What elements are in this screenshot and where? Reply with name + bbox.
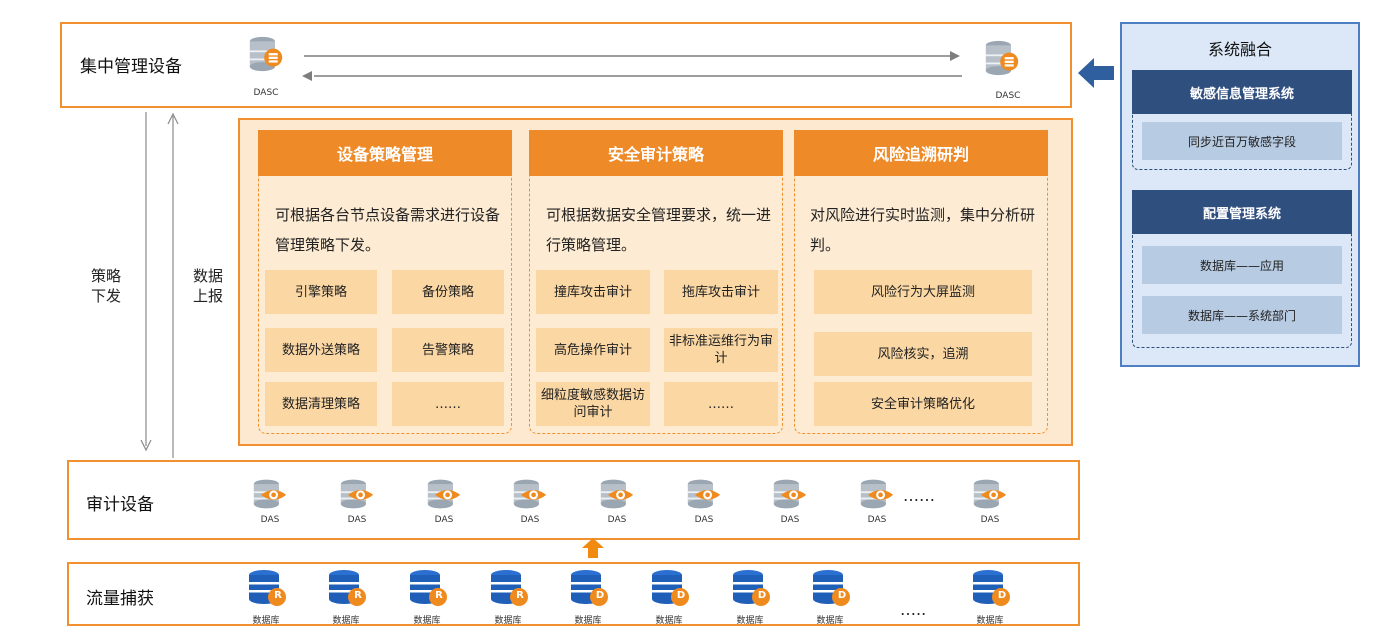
cell-audit-policy-optimize: 安全审计策略优化: [814, 382, 1032, 426]
das-icon: [859, 477, 895, 511]
das-label: DAS: [867, 515, 887, 525]
database-icon: R: [328, 568, 368, 608]
database-badge: R: [274, 590, 282, 601]
database-label: 数据库: [413, 616, 441, 626]
cell-risk-verify-trace: 风险核实，追溯: [814, 332, 1032, 376]
cell-credential-stuffing-audit: 撞库攻击审计: [536, 270, 650, 314]
database-badge: R: [516, 590, 524, 601]
up-arrow-icon: [582, 538, 604, 558]
database-icon: R: [490, 568, 530, 608]
das-label: DAS: [780, 515, 800, 525]
db-application-item: 数据库——应用: [1142, 246, 1342, 284]
policy-dispatch-label: 策略 下发: [90, 267, 121, 305]
database-icon: D: [570, 568, 610, 608]
database-icon: D: [812, 568, 852, 608]
column-device-policy-title: 设备策略管理: [258, 130, 512, 176]
das-icon: [972, 477, 1008, 511]
database-label: 数据库: [655, 616, 683, 626]
column-security-audit-title: 安全审计策略: [529, 130, 783, 176]
cell-sensitive-access-audit: 细粒度敏感数据访问审计: [536, 382, 650, 426]
das-icon: [512, 477, 548, 511]
cell-backup-policy: 备份策略: [392, 270, 504, 314]
cell-high-risk-audit: 高危操作审计: [536, 328, 650, 372]
database-label: 数据库: [574, 616, 602, 626]
vertical-flow-arrows: [140, 112, 179, 458]
database-label: 数据库: [252, 616, 280, 626]
database-badge: D: [676, 590, 686, 601]
dasc-right-icon: [984, 38, 1020, 78]
column-security-audit-desc: 可根据数据安全管理要求，统一进行策略管理。: [546, 206, 772, 254]
sensitive-field-sync-item: 同步近百万敏感字段: [1142, 122, 1342, 160]
das-label: DAS: [607, 515, 627, 525]
database-label: 数据库: [816, 616, 844, 626]
system-fusion-title: 系统融合: [1207, 40, 1272, 59]
database-icon: R: [248, 568, 288, 608]
audit-ellipsis: ……: [903, 486, 935, 505]
sync-arrows: [302, 51, 962, 81]
dasc-left-label: DASC: [253, 88, 279, 98]
cell-dump-attack-audit: 拖库攻击审计: [664, 270, 778, 314]
cell-more-audit: ……: [664, 382, 778, 426]
das-label: DAS: [980, 515, 1000, 525]
capture-ellipsis: …..: [900, 600, 927, 619]
fusion-arrow-icon: [1078, 58, 1114, 88]
database-label: 数据库: [494, 616, 522, 626]
database-icon: R: [409, 568, 449, 608]
database-badge: R: [354, 590, 362, 601]
das-label: DAS: [520, 515, 540, 525]
database-badge: D: [595, 590, 605, 601]
database-badge: D: [997, 590, 1007, 601]
database-badge: D: [757, 590, 767, 601]
database-icon: D: [972, 568, 1012, 608]
central-management-label: 集中管理设备: [80, 57, 182, 77]
database-badge: R: [435, 590, 443, 601]
config-management-system-header: 配置管理系统: [1132, 190, 1352, 234]
das-icon: [252, 477, 288, 511]
db-department-item: 数据库——系统部门: [1142, 296, 1342, 334]
cell-alert-policy: 告警策略: [392, 328, 504, 372]
column-device-policy-desc: 可根据各台节点设备需求进行设备管理策略下发。: [275, 206, 501, 254]
database-badge: D: [837, 590, 847, 601]
cell-nonstandard-ops-audit: 非标准运维行为审计: [664, 328, 778, 372]
traffic-capture-label: 流量捕获: [86, 589, 154, 609]
cell-data-export-policy: 数据外送策略: [265, 328, 377, 372]
data-report-label: 数据 上报: [192, 267, 223, 305]
das-icon: [339, 477, 375, 511]
das-icon: [426, 477, 462, 511]
das-label: DAS: [260, 515, 280, 525]
column-risk-trace-desc: 对风险进行实时监测，集中分析研判。: [810, 206, 1036, 254]
column-risk-trace-title: 风险追溯研判: [794, 130, 1048, 176]
das-label: DAS: [434, 515, 454, 525]
database-icon: D: [732, 568, 772, 608]
cell-more-policy: ……: [392, 382, 504, 426]
database-label: 数据库: [736, 616, 764, 626]
das-label: DAS: [694, 515, 714, 525]
database-label: 数据库: [332, 616, 360, 626]
cell-engine-policy: 引擎策略: [265, 270, 377, 314]
audit-device-label: 审计设备: [86, 495, 154, 515]
dasc-right-label: DASC: [995, 91, 1021, 101]
das-label: DAS: [347, 515, 367, 525]
cell-data-cleanup-policy: 数据清理策略: [265, 382, 377, 426]
das-icon: [772, 477, 808, 511]
cell-risk-screen-monitor: 风险行为大屏监测: [814, 270, 1032, 314]
dasc-left-icon: [248, 34, 284, 74]
das-icon: [686, 477, 722, 511]
database-icon: D: [651, 568, 691, 608]
sensitive-info-system-header: 敏感信息管理系统: [1132, 70, 1352, 114]
database-label: 数据库: [976, 616, 1004, 626]
das-icon: [599, 477, 635, 511]
